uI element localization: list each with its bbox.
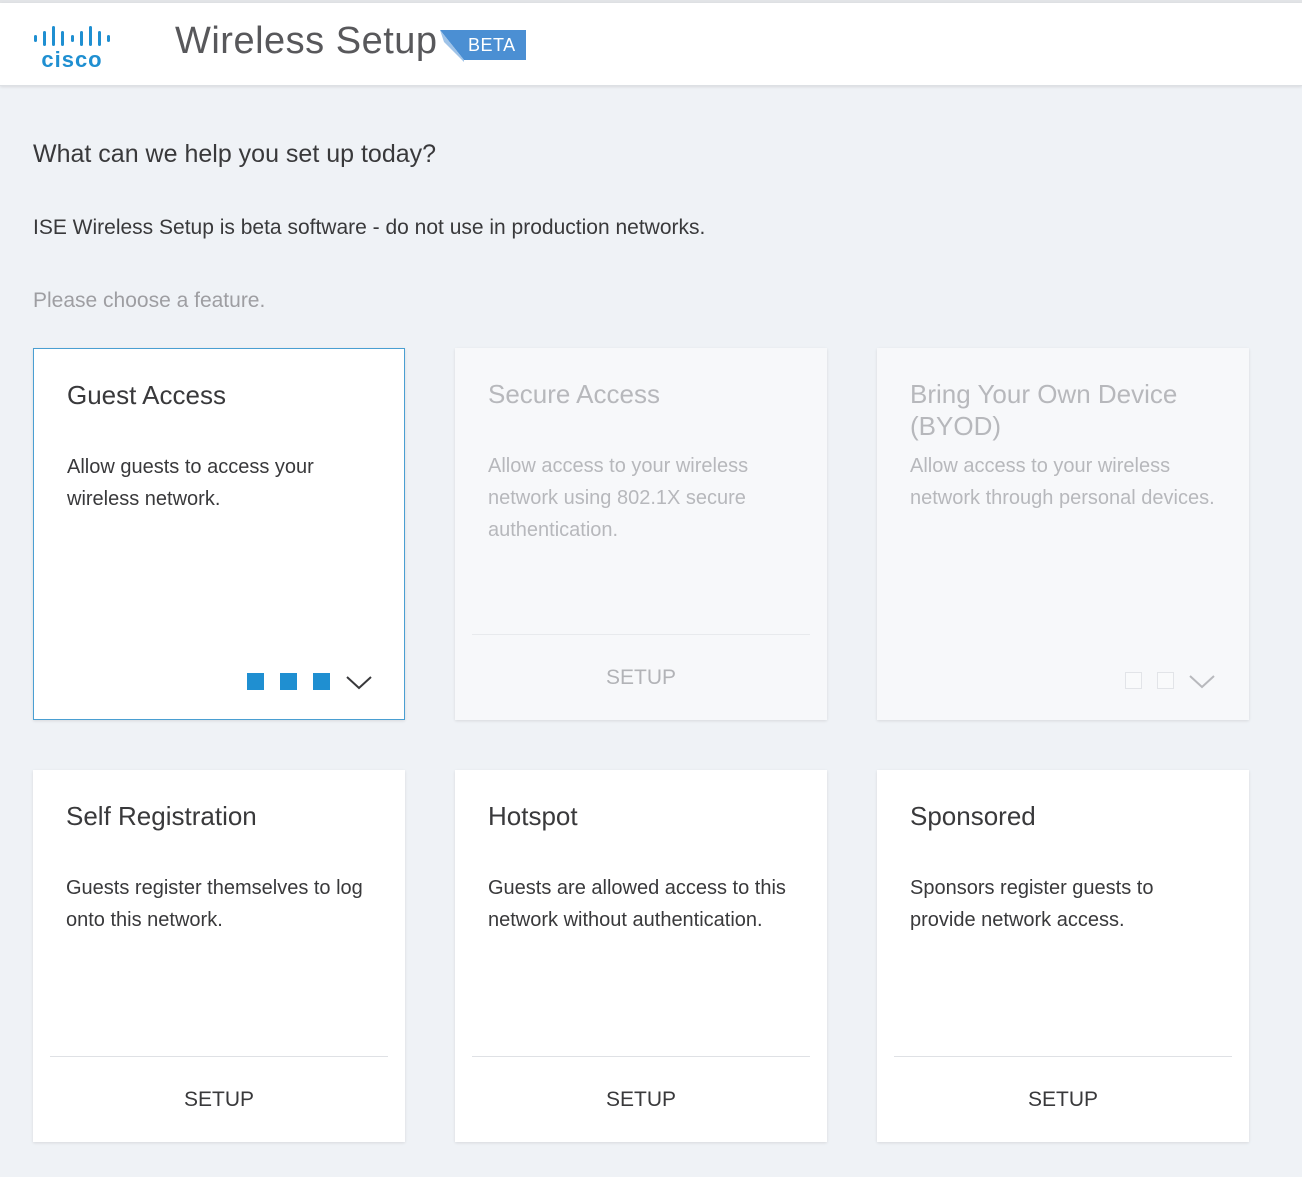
card-title: Guest Access — [67, 380, 226, 410]
setup-button-secure-access: SETUP — [605, 666, 676, 689]
progress-step-incomplete — [1157, 672, 1174, 689]
card-description: Guests register themselves to log onto t… — [66, 877, 363, 931]
setup-button-sponsored[interactable]: SETUP — [877, 1088, 1249, 1112]
feature-card-byod: Bring Your Own Device (BYOD) Allow acces… — [877, 348, 1249, 720]
app-header: cisco Wireless Setup BETA — [0, 3, 1302, 86]
card-description: Allow access to your wireless network th… — [910, 455, 1215, 509]
card-description: Sponsors register guests to provide netw… — [910, 877, 1154, 931]
cisco-logo[interactable]: cisco — [33, 21, 117, 69]
card-title: Sponsored — [910, 801, 1036, 831]
feature-card-self-registration[interactable]: Self Registration Guests register themse… — [33, 770, 405, 1142]
card-description: Guests are allowed access to this networ… — [488, 877, 786, 931]
progress-step-incomplete — [1125, 672, 1142, 689]
chevron-down-icon[interactable] — [345, 671, 373, 693]
progress-step-complete — [313, 673, 330, 690]
setup-button-self-registration[interactable]: SETUP — [33, 1088, 405, 1112]
logo-wordmark: cisco — [41, 47, 102, 69]
beta-badge-label: BETA — [468, 35, 516, 55]
progress-step-complete — [280, 673, 297, 690]
setup-button-hotspot[interactable]: SETUP — [455, 1088, 827, 1112]
beta-warning-text: ISE Wireless Setup is beta software - do… — [33, 216, 706, 239]
card-title: Bring Your Own Device (BYOD) — [910, 379, 1178, 441]
setup-progress-indicator — [1122, 670, 1252, 692]
progress-step-complete — [247, 673, 264, 690]
feature-card-sponsored[interactable]: Sponsored Sponsors register guests to pr… — [877, 770, 1249, 1142]
setup-progress-indicator — [245, 671, 375, 693]
page-heading: What can we help you set up today? — [33, 140, 437, 168]
beta-badge: BETA — [440, 30, 526, 62]
card-divider — [50, 1056, 388, 1057]
feature-card-hotspot[interactable]: Hotspot Guests are allowed access to thi… — [455, 770, 827, 1142]
card-divider — [472, 634, 810, 635]
card-description: Allow access to your wireless network us… — [488, 455, 749, 541]
card-divider — [894, 1056, 1232, 1057]
app-title: Wireless Setup — [175, 20, 438, 62]
card-title: Self Registration — [66, 801, 257, 831]
card-title: Secure Access — [488, 379, 660, 409]
feature-card-secure-access: Secure Access Allow access to your wirel… — [455, 348, 827, 720]
card-description: Allow guests to access your wireless net… — [67, 456, 314, 510]
choose-feature-prompt: Please choose a feature. — [33, 289, 266, 312]
chevron-down-icon — [1188, 670, 1216, 692]
feature-card-guest-access[interactable]: Guest Access Allow guests to access your… — [33, 348, 405, 720]
card-title: Hotspot — [488, 801, 578, 831]
card-divider — [472, 1056, 810, 1057]
